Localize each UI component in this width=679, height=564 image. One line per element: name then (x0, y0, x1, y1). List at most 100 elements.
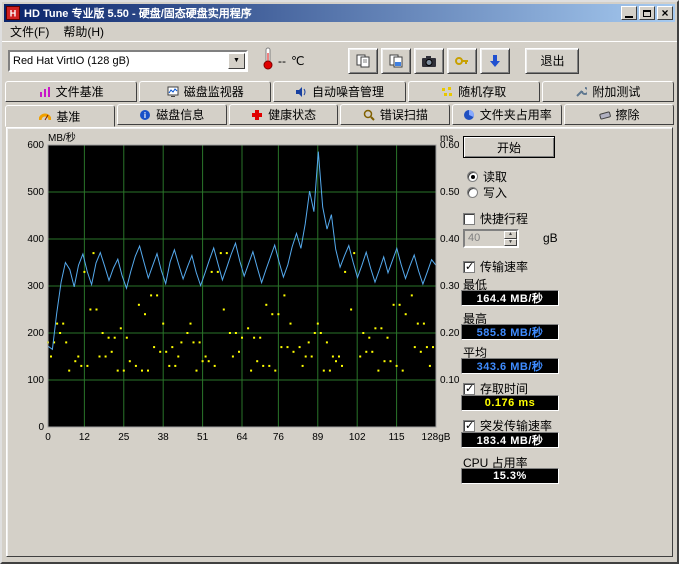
radio-read-label: 读取 (483, 168, 507, 185)
tab-disk-info[interactable]: i 磁盘信息 (117, 104, 227, 125)
svg-text:89: 89 (312, 432, 324, 443)
svg-text:12: 12 (79, 432, 91, 443)
stepper-buttons: ▲ ▼ (504, 231, 517, 246)
gauge-icon (39, 110, 51, 122)
tab-label: 文件基准 (56, 83, 104, 100)
app-icon: H (6, 6, 20, 20)
speaker-icon (295, 86, 307, 98)
radio-write[interactable] (467, 187, 478, 198)
svg-text:0: 0 (38, 422, 44, 433)
svg-text:38: 38 (158, 432, 170, 443)
transfer-rate-row[interactable]: 传输速率 (463, 258, 528, 275)
benchmark-chart: MB/秒ms01002003004005006000.100.200.300.4… (8, 131, 460, 447)
disk-monitor-icon (167, 86, 179, 98)
titlebar: H HD Tune 专业版 5.50 - 硬盘/固态硬盘实用程序 × (4, 4, 675, 22)
copy-text-button[interactable] (348, 48, 378, 74)
options-button[interactable] (447, 48, 477, 74)
tab-random-access[interactable]: 随机存取 (408, 81, 540, 102)
tab-benchmark[interactable]: 基准 (5, 105, 115, 127)
tab-error-scan[interactable]: 错误扫描 (340, 104, 450, 125)
svg-text:0.20: 0.20 (440, 328, 460, 339)
tab-label: 磁盘信息 (156, 106, 204, 123)
tab-folder-usage[interactable]: 文件夹占用率 (452, 104, 562, 125)
radio-read[interactable] (467, 171, 478, 182)
window-title: HD Tune 专业版 5.50 - 硬盘/固态硬盘实用程序 (24, 5, 619, 21)
wrench-icon (575, 86, 587, 98)
svg-text:i: i (144, 111, 146, 120)
start-button[interactable]: 开始 (463, 136, 555, 158)
tab-label: 基准 (56, 108, 80, 125)
menubar: 文件(F) 帮助(H) (2, 22, 677, 41)
tab-health[interactable]: 健康状态 (229, 104, 339, 125)
close-button[interactable]: × (657, 6, 673, 20)
short-stroke-checkbox[interactable] (463, 213, 475, 225)
arrow-down-icon (487, 53, 503, 69)
svg-text:0.60: 0.60 (440, 140, 460, 151)
burst-rate-checkbox[interactable] (463, 420, 475, 432)
transfer-rate-checkbox[interactable] (463, 261, 475, 273)
eraser-icon (599, 109, 611, 121)
minimize-icon (625, 16, 633, 18)
tab-label: 擦除 (616, 106, 640, 123)
stepper-down-button[interactable]: ▼ (504, 239, 517, 247)
temperature-unit: ℃ (291, 54, 304, 68)
tab-extra-tests[interactable]: 附加测试 (542, 81, 674, 102)
svg-text:100: 100 (27, 375, 44, 386)
svg-text:0.50: 0.50 (440, 187, 460, 198)
tab-label: 文件夹占用率 (480, 106, 552, 123)
svg-text:0.10: 0.10 (440, 375, 460, 386)
tab-row-upper: 文件基准 磁盘监视器 自动噪音管理 随机存取 附加测试 (2, 81, 677, 102)
tab-erase[interactable]: 擦除 (564, 104, 674, 125)
benchmark-panel: MB/秒ms01002003004005006000.100.200.300.4… (6, 127, 673, 557)
info-icon: i (139, 109, 151, 121)
key-icon (454, 53, 470, 69)
radio-write-row[interactable]: 写入 (467, 184, 507, 201)
burst-rate-value: 183.4 MB/秒 (461, 432, 559, 448)
tab-disk-monitor[interactable]: 磁盘监视器 (139, 81, 271, 102)
avg-value: 343.6 MB/秒 (461, 358, 559, 374)
svg-text:500: 500 (27, 187, 44, 198)
control-panel: 开始 读取 写入 快捷行程 40 ▲ ▼ gB (459, 132, 669, 556)
short-stroke-label: 快捷行程 (480, 210, 528, 227)
stepper-up-button[interactable]: ▲ (504, 231, 517, 239)
tab-label: 自动噪音管理 (312, 83, 384, 100)
drive-select-value: Red Hat VirtIO (128 gB) (10, 55, 228, 67)
maximize-button[interactable] (639, 6, 655, 20)
camera-icon (421, 53, 437, 69)
short-stroke-value: 40 (465, 231, 504, 246)
screenshot-button[interactable] (414, 48, 444, 74)
toolbar-icon-group (348, 48, 513, 74)
menu-help[interactable]: 帮助(H) (56, 21, 111, 42)
drive-select[interactable]: Red Hat VirtIO (128 gB) ▼ (8, 50, 248, 72)
chevron-down-icon[interactable]: ▼ (228, 53, 245, 69)
random-access-icon (441, 86, 453, 98)
copy-image-button[interactable] (381, 48, 411, 74)
svg-text:102: 102 (349, 432, 366, 443)
access-time-checkbox[interactable] (463, 383, 475, 395)
tab-file-benchmark[interactable]: 文件基准 (5, 81, 137, 102)
radio-write-label: 写入 (483, 184, 507, 201)
short-stroke-row[interactable]: 快捷行程 (463, 210, 528, 227)
svg-text:76: 76 (273, 432, 285, 443)
tab-aam[interactable]: 自动噪音管理 (273, 81, 405, 102)
svg-text:300: 300 (27, 281, 44, 292)
cpu-usage-value: 15.3% (461, 468, 559, 484)
toolbar: Red Hat VirtIO (128 gB) ▼ -- ℃ 退出 (2, 41, 677, 79)
app-window: H HD Tune 专业版 5.50 - 硬盘/固态硬盘实用程序 × 文件(F)… (0, 0, 679, 564)
tab-label: 健康状态 (268, 106, 316, 123)
svg-text:600: 600 (27, 140, 44, 151)
svg-text:400: 400 (27, 234, 44, 245)
menu-file[interactable]: 文件(F) (3, 21, 56, 42)
save-button[interactable] (480, 48, 510, 74)
file-benchmark-icon (39, 86, 51, 98)
svg-text:51: 51 (197, 432, 209, 443)
close-icon: × (661, 8, 668, 18)
radio-read-row[interactable]: 读取 (467, 168, 507, 185)
short-stroke-unit: gB (543, 231, 558, 245)
min-value: 164.4 MB/秒 (461, 290, 559, 306)
thermometer-icon (262, 46, 274, 75)
minimize-button[interactable] (621, 6, 637, 20)
exit-button[interactable]: 退出 (525, 48, 579, 74)
svg-text:128gB: 128gB (422, 432, 451, 443)
short-stroke-stepper[interactable]: 40 ▲ ▼ (463, 229, 519, 248)
